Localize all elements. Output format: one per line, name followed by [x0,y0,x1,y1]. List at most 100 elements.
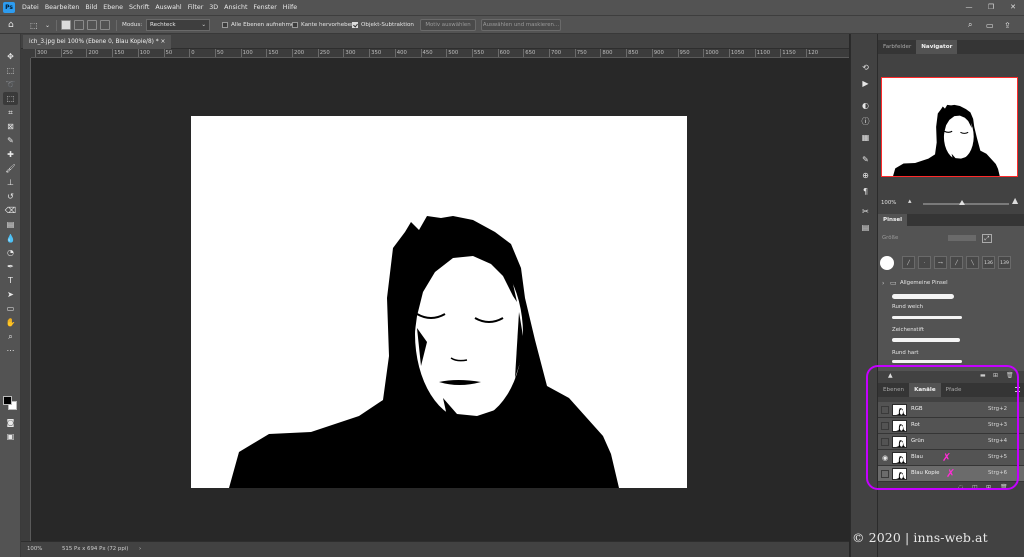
type-tool-icon[interactable]: T [3,274,18,287]
dodge-tool-icon[interactable]: ◔ [3,246,18,259]
menu-bearbeiten[interactable]: Bearbeiten [42,0,83,15]
add-to-selection-icon[interactable] [74,20,84,30]
quick-mask-icon[interactable]: ◙ [3,416,18,429]
zoom-tool-icon[interactable]: ⌕ [3,330,18,343]
ruler-tick-label: 150 [112,49,125,57]
tool-presets-icon[interactable]: ✂ [860,206,871,217]
brush-tip-136[interactable]: 136 [982,256,995,269]
menu-bild[interactable]: Bild [82,0,100,15]
subtract-from-selection-icon[interactable] [87,20,97,30]
zoom-in-icon[interactable]: ▲ [1012,196,1018,205]
home-icon[interactable]: ⌂ [8,16,14,34]
brush-rund-hart[interactable]: Rund hart [892,350,919,356]
minimize-button[interactable]: — [958,0,980,15]
brush-tip-4[interactable]: ╱ [950,256,963,269]
menu-fenster[interactable]: Fenster [250,0,279,15]
notes-icon[interactable]: ▤ [860,222,871,233]
menu-3d[interactable]: 3D [206,0,221,15]
navigator-preview[interactable] [881,77,1018,177]
document-canvas[interactable] [191,116,687,488]
clone-source-icon[interactable]: ⊕ [860,170,871,181]
search-icon[interactable]: ⌕ [968,16,972,34]
brush-tool-icon[interactable]: 🖌 [3,162,18,175]
ruler-tick-label: 800 [600,49,613,57]
healing-brush-tool-icon[interactable]: ✚ [3,148,18,161]
intersect-selection-icon[interactable] [100,20,110,30]
new-brush-icon[interactable]: ⤢ [982,234,992,243]
history-brush-tool-icon[interactable]: ↺ [3,190,18,203]
tab-navigator[interactable]: Navigator [916,40,958,54]
brush-preview-circle[interactable] [880,256,894,270]
zoom-readout[interactable]: 100% [27,546,42,552]
close-button[interactable]: ✕ [1002,0,1024,15]
menu-datei[interactable]: Datei [19,0,42,15]
navigator-zoom-value[interactable]: 100% [881,200,896,206]
menu-auswahl[interactable]: Auswahl [152,0,184,15]
adjustments-icon[interactable]: ◐ [860,100,871,111]
tab-farbfelder[interactable]: Farbfelder [878,40,916,54]
object-select-tool-icon[interactable]: ⬚ [30,16,38,34]
brush-tip-139[interactable]: 139 [998,256,1011,269]
clone-stamp-tool-icon[interactable]: ⊥ [3,176,18,189]
status-chevron-icon[interactable]: › [139,546,141,552]
brush-panel-tabs: Pinsel [878,214,1024,226]
brush-tip-1[interactable]: ╱ [902,256,915,269]
eraser-tool-icon[interactable]: ⌫ [3,204,18,217]
rectangle-tool-icon[interactable]: ▭ [3,302,18,315]
navigator-zoom-slider[interactable] [923,200,1009,205]
tab-pinsel[interactable]: Pinsel [878,214,908,226]
frame-tool-icon[interactable]: ⊠ [3,120,18,133]
pen-tool-icon[interactable]: ✒ [3,260,18,273]
more-tools-icon[interactable]: ⋯ [3,344,18,357]
sample-all-layers-checkbox[interactable]: Alle Ebenen aufnehmen [222,16,298,34]
brush-settings-icon[interactable]: ✎ [860,154,871,165]
share-icon[interactable]: ⇪ [1004,16,1011,34]
brush-tip-5[interactable]: ╲ [966,256,979,269]
brush-zeichenstift[interactable]: Zeichenstift [892,327,924,333]
menu-schrift[interactable]: Schrift [126,0,152,15]
zoom-out-icon[interactable]: ▴ [908,197,912,205]
object-selection-tool-icon[interactable]: ⬚ [3,92,18,105]
restore-button[interactable]: ❐ [980,0,1002,15]
hand-tool-icon[interactable]: ✋ [3,316,18,329]
object-subtract-checkbox[interactable]: Objekt-Subtraktion [352,16,414,34]
ruler-tick-label: 450 [420,49,433,57]
select-subject-button[interactable]: Motiv auswählen [420,19,476,31]
eyedropper-tool-icon[interactable]: ✎ [3,134,18,147]
menu-filter[interactable]: Filter [185,0,207,15]
ruler-tick-label: 350 [369,49,382,57]
workspace-icon[interactable]: ▭ [986,16,994,34]
marquee-tool-icon[interactable]: ⬚ [3,64,18,77]
select-and-mask-button[interactable]: Auswählen und maskieren... [481,19,561,31]
move-tool-icon[interactable]: ✥ [3,50,18,63]
properties-icon[interactable]: ⓘ [860,116,871,127]
path-selection-tool-icon[interactable]: ➤ [3,288,18,301]
slider-knob[interactable] [958,200,965,205]
history-icon[interactable]: ⟲ [860,62,871,73]
lasso-tool-icon[interactable]: ➰ [3,78,18,91]
size-slider[interactable] [948,235,976,241]
gradient-tool-icon[interactable]: ▤ [3,218,18,231]
paragraph-icon[interactable]: ¶ [860,186,871,197]
brush-tip-2[interactable]: · [918,256,931,269]
brush-group-name[interactable]: Allgemeine Pinsel [900,280,948,286]
menu-ebene[interactable]: Ebene [100,0,126,15]
crop-tool-icon[interactable]: ⌗ [3,106,18,119]
mode-select[interactable]: Rechteck ⌄ [146,19,210,31]
foreground-color-swatch[interactable] [3,396,12,405]
tool-preset-dropdown-icon[interactable]: ⌄ [45,16,50,34]
chevron-right-icon[interactable]: › [882,280,884,287]
layer-comps-icon[interactable]: ▦ [860,132,871,143]
enhance-edge-checkbox[interactable]: Kante hervorheben [292,16,355,34]
menu-hilfe[interactable]: Hilfe [280,0,300,15]
actions-play-icon[interactable]: ▶ [860,78,871,89]
menu-ansicht[interactable]: Ansicht [221,0,250,15]
brush-tip-3[interactable]: ⤍ [934,256,947,269]
screen-mode-icon[interactable]: ▣ [3,430,18,443]
brush-rund-weich[interactable]: Rund weich [892,304,923,310]
close-tab-icon[interactable]: × [161,39,166,45]
ruler-corner [21,49,31,58]
document-tab[interactable]: ich_3.jpg bei 100% (Ebene 0, Blau Kopie/… [23,35,172,49]
blur-tool-icon[interactable]: 💧 [3,232,18,245]
new-selection-icon[interactable] [61,20,71,30]
